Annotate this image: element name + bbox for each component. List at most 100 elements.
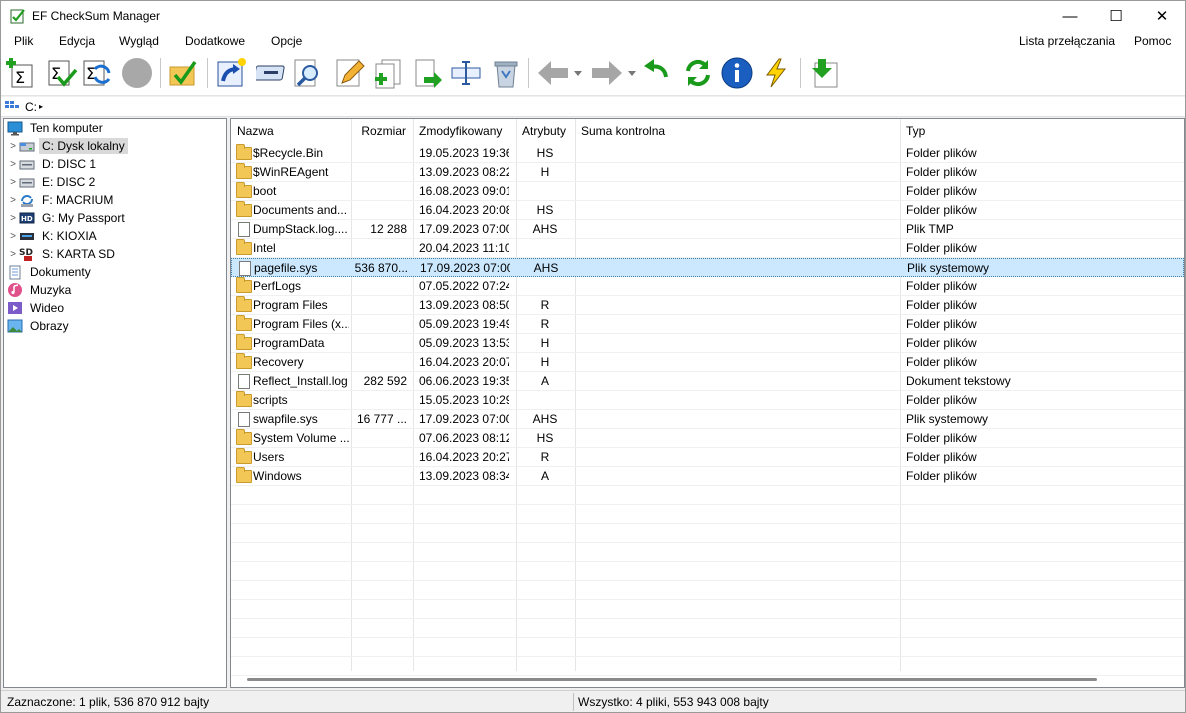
row-gridline (231, 561, 1184, 562)
tree-node-drive-s[interactable]: > SD S: KARTA SD (7, 245, 118, 263)
tree-node-drive-d[interactable]: > D: DISC 1 (7, 155, 99, 173)
pictures-icon (7, 318, 23, 334)
address-bar[interactable]: C: ▸ (1, 97, 1185, 117)
expand-chevron-icon[interactable]: > (7, 213, 19, 224)
menu-dodatkowe[interactable]: Dodatkowe (185, 34, 245, 48)
attributes-cell: HS (536, 146, 554, 160)
tree-node-drive-e[interactable]: > E: DISC 2 (7, 173, 98, 191)
column-header-size[interactable]: Rozmiar (351, 119, 412, 143)
name-cell: swapfile.sys (253, 412, 318, 426)
add-checksum-icon[interactable]: Σ (4, 57, 36, 89)
update-checksum-icon[interactable]: Σ (81, 57, 113, 89)
expand-chevron-icon[interactable]: > (7, 249, 19, 260)
modified-cell: 13.09.2023 08:22 (419, 165, 509, 179)
disc-drive-icon (19, 174, 35, 190)
expand-chevron-icon[interactable]: > (7, 231, 19, 242)
table-row[interactable]: Users 16.04.2023 20:27 R Folder plików (231, 448, 1184, 467)
tree-label: C: Dysk lokalny (39, 138, 128, 154)
table-row[interactable]: scripts 15.05.2023 10:29 Folder plików (231, 391, 1184, 410)
table-row[interactable]: Intel 20.04.2023 11:10 Folder plików (231, 239, 1184, 258)
size-cell: 16 777 ... (356, 412, 407, 426)
undo-icon[interactable] (641, 57, 673, 89)
type-cell: Folder plików (906, 317, 977, 331)
column-header-type[interactable]: Typ (900, 119, 1180, 143)
row-gridline (231, 523, 1184, 524)
table-row[interactable]: Documents and... 16.04.2023 20:08 HS Folder… (231, 201, 1184, 220)
folder-icon (236, 429, 252, 445)
info-icon[interactable] (721, 57, 753, 89)
column-header-modified[interactable]: Zmodyfikowany (413, 119, 513, 143)
horizontal-scrollbar[interactable] (247, 678, 1097, 681)
menu-wyglad[interactable]: Wygląd (119, 34, 159, 48)
table-row[interactable]: Program Files (x... 05.09.2023 19:49 R Fold… (231, 315, 1184, 334)
check-folder-icon[interactable] (167, 57, 199, 89)
table-row[interactable]: Windows 13.09.2023 08:34 A Folder plików (231, 467, 1184, 486)
table-row[interactable]: pagefile.sys 536 870... 17.09.2023 07:00 AH… (231, 258, 1184, 277)
attributes-cell: HS (536, 431, 554, 445)
menu-lista-przelaczania[interactable]: Lista przełączania (1019, 34, 1115, 48)
table-row[interactable]: PerfLogs 07.05.2022 07:24 Folder plików (231, 277, 1184, 296)
row-gridline (231, 542, 1184, 543)
row-gridline (231, 675, 1184, 676)
table-row[interactable]: System Volume ... 07.06.2023 08:12 HS Folde… (231, 429, 1184, 448)
column-header-name[interactable]: Nazwa (231, 119, 351, 143)
tree-node-drive-f[interactable]: > F: MACRIUM (7, 191, 116, 209)
path-arrow-icon[interactable]: ▸ (39, 102, 43, 111)
table-row[interactable]: Program Files 13.09.2023 08:50 R Folder pli… (231, 296, 1184, 315)
tree-node-pictures[interactable]: Obrazy (7, 317, 72, 335)
column-header-checksum[interactable]: Suma kontrolna (575, 119, 895, 143)
table-row[interactable]: $Recycle.Bin 19.05.2023 19:36 HS Folder pli… (231, 144, 1184, 163)
table-row[interactable]: $WinREAgent 13.09.2023 08:22 H Folder plikó… (231, 163, 1184, 182)
tree-node-drive-g[interactable]: > HD G: My Passport (7, 209, 128, 227)
table-row[interactable]: boot 16.08.2023 09:01 Folder plików (231, 182, 1184, 201)
recycle-bin-icon[interactable] (490, 57, 522, 89)
close-button[interactable]: ✕ (1139, 1, 1185, 31)
table-row[interactable]: DumpStack.log.... 12 288 17.09.2023 07:00 A… (231, 220, 1184, 239)
new-file-icon[interactable] (372, 57, 404, 89)
download-icon[interactable] (808, 57, 840, 89)
table-row[interactable]: Reflect_Install.log 282 592 06.06.2023 19:… (231, 372, 1184, 391)
menu-opcje[interactable]: Opcje (271, 34, 302, 48)
expand-chevron-icon[interactable]: > (7, 177, 19, 188)
drive-icon[interactable] (253, 57, 288, 89)
size-cell (351, 296, 407, 315)
edit-icon[interactable] (334, 57, 366, 89)
search-icon[interactable] (292, 57, 324, 89)
minimize-button[interactable]: — (1047, 1, 1093, 31)
type-cell: Folder plików (906, 298, 977, 312)
verify-checksum-icon[interactable]: Σ (46, 57, 78, 89)
path-segment[interactable]: C: (25, 100, 37, 114)
menu-plik[interactable]: Plik (14, 34, 33, 48)
shortcut-icon[interactable] (215, 57, 247, 89)
tree-node-computer[interactable]: Ten komputer (7, 119, 106, 137)
stop-icon[interactable] (121, 57, 153, 89)
size-cell (351, 277, 407, 296)
expand-chevron-icon[interactable]: > (7, 195, 19, 206)
expand-chevron-icon[interactable]: > (7, 141, 19, 152)
lightning-icon[interactable] (760, 57, 792, 89)
tree-node-documents[interactable]: Dokumenty (7, 263, 94, 281)
modified-cell: 13.09.2023 08:34 (419, 469, 509, 483)
maximize-button[interactable]: ☐ (1093, 1, 1139, 31)
svg-text:Σ: Σ (86, 64, 96, 83)
attributes-cell: A (540, 374, 549, 388)
forward-arrow-icon[interactable] (590, 57, 638, 89)
type-cell: Plik systemowy (907, 261, 990, 275)
size-cell (351, 467, 407, 486)
column-header-attributes[interactable]: Atrybuty (516, 119, 576, 143)
menu-edycja[interactable]: Edycja (59, 34, 95, 48)
tree-node-video[interactable]: Wideo (7, 299, 67, 317)
menu-pomoc[interactable]: Pomoc (1134, 34, 1171, 48)
back-arrow-icon[interactable] (536, 57, 584, 89)
tree-node-music[interactable]: Muzyka (7, 281, 74, 299)
expand-chevron-icon[interactable]: > (7, 159, 19, 170)
attributes-cell (515, 277, 575, 296)
tree-node-drive-k[interactable]: > K: KIOXIA (7, 227, 100, 245)
copy-to-icon[interactable] (412, 57, 444, 89)
refresh-icon[interactable] (682, 57, 714, 89)
tree-node-drive-c[interactable]: > C: Dysk lokalny (7, 137, 128, 155)
table-row[interactable]: ProgramData 05.09.2023 13:53 H Folder plikó… (231, 334, 1184, 353)
rename-icon[interactable] (450, 57, 482, 89)
table-row[interactable]: Recovery 16.04.2023 20:07 H Folder plików (231, 353, 1184, 372)
table-row[interactable]: swapfile.sys 16 777 ... 17.09.2023 07:00 AH… (231, 410, 1184, 429)
